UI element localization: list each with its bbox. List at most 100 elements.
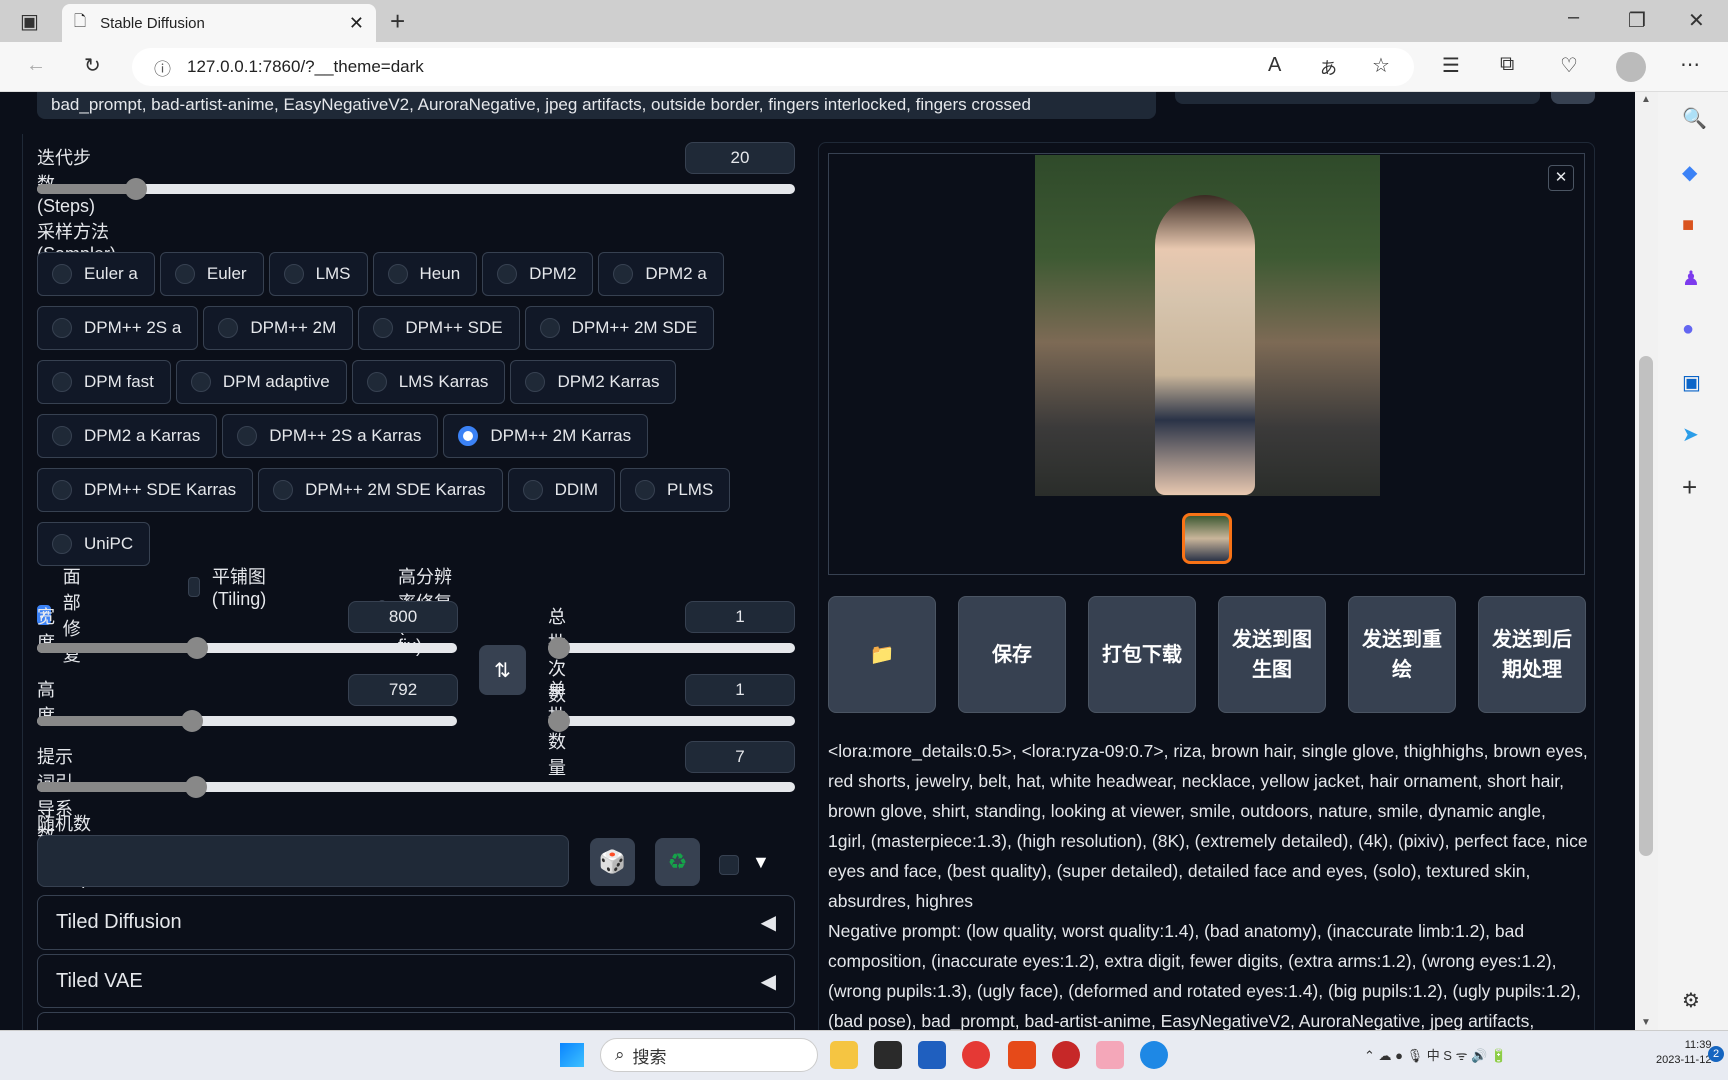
width-slider[interactable]	[37, 637, 457, 659]
settings-gear-icon[interactable]: ⚙	[1682, 988, 1700, 1013]
sampler-option[interactable]: DPM++ 2S a	[37, 306, 199, 350]
scroll-up-icon[interactable]: ▲	[1641, 94, 1651, 105]
edge-icon[interactable]	[1140, 1041, 1168, 1069]
generated-image[interactable]	[1035, 155, 1380, 496]
radio-button[interactable]	[283, 264, 304, 284]
send-to-extras-button[interactable]: 发送到后期处理	[1478, 596, 1586, 713]
file-explorer-icon[interactable]	[830, 1041, 858, 1069]
profile-avatar[interactable]	[1616, 52, 1646, 82]
height-input[interactable]: 792	[348, 674, 458, 706]
batch-size-slider-handle[interactable]	[548, 710, 570, 732]
zip-download-button[interactable]: 打包下载	[1088, 596, 1196, 713]
swap-dimensions-button[interactable]: ⇅	[479, 645, 526, 695]
batch-count-input[interactable]: 1	[685, 601, 795, 633]
radio-button[interactable]	[525, 372, 546, 392]
read-aloud-icon[interactable]: A	[1268, 54, 1281, 77]
radio-button[interactable]	[52, 426, 72, 446]
close-tab-icon[interactable]: ✕	[349, 13, 364, 34]
tools-icon[interactable]: ■	[1682, 214, 1694, 237]
browser-essentials-icon[interactable]: ♡	[1560, 53, 1578, 78]
batch-count-slider-handle[interactable]	[548, 637, 570, 659]
recorder-icon[interactable]	[1052, 1041, 1080, 1069]
sampler-option[interactable]: DPM adaptive	[175, 360, 347, 404]
sampler-option[interactable]: DPM++ SDE Karras	[37, 468, 254, 512]
minimize-icon[interactable]: –	[1568, 6, 1579, 29]
send-to-img2img-button[interactable]: 发送到图生图	[1218, 596, 1326, 713]
cfg-input[interactable]: 7	[685, 741, 795, 773]
sampler-option[interactable]: DPM++ SDE	[358, 306, 520, 350]
taskbar-search[interactable]: ⌕ 搜索	[600, 1038, 818, 1072]
clock[interactable]: 11:39 2023-11-12	[1656, 1038, 1711, 1068]
width-slider-handle[interactable]	[185, 637, 208, 659]
sampler-option[interactable]: DPM++ 2M	[203, 306, 354, 350]
more-menu-icon[interactable]: ⋯	[1680, 52, 1700, 77]
radio-button[interactable]	[190, 372, 211, 392]
scrollbar-thumb[interactable]	[1639, 356, 1653, 856]
extra-seed-toggle-icon[interactable]: ▼	[752, 852, 770, 873]
batch-count-slider[interactable]	[548, 637, 795, 659]
radio-button[interactable]	[52, 264, 72, 284]
store-icon[interactable]	[918, 1041, 946, 1069]
close-preview-icon[interactable]: ✕	[1548, 165, 1574, 191]
radio-button[interactable]	[635, 480, 656, 500]
checkbox-1[interactable]: 平铺图 (Tiling)	[188, 563, 274, 610]
save-button[interactable]: 保存	[958, 596, 1066, 713]
negative-prompt-input[interactable]: bad_prompt, bad-artist-anime, EasyNegati…	[37, 92, 1156, 119]
checkbox-box[interactable]	[188, 576, 200, 597]
radio-button[interactable]	[52, 372, 72, 392]
batch-size-slider[interactable]	[548, 710, 795, 732]
sampler-option[interactable]: DPM++ 2M SDE	[524, 306, 715, 350]
favorites-icon[interactable]: ☰	[1442, 53, 1460, 78]
radio-button[interactable]	[174, 264, 195, 284]
start-windows-icon[interactable]	[560, 1043, 584, 1067]
sampler-option[interactable]: DPM++ 2M Karras	[443, 414, 649, 458]
sampler-option[interactable]: DPM2	[482, 252, 594, 296]
steps-slider[interactable]	[37, 178, 795, 200]
radio-button[interactable]	[52, 534, 72, 554]
sidebar-toggle-icon[interactable]: ▣	[20, 9, 39, 34]
page-scrollbar[interactable]: ▲ ▼	[1635, 92, 1658, 1030]
radio-button[interactable]	[52, 480, 72, 500]
sampler-option[interactable]: LMS	[268, 252, 368, 296]
sampler-option[interactable]: Heun	[372, 252, 478, 296]
sampler-option[interactable]: PLMS	[620, 468, 731, 512]
style-select[interactable]	[1175, 92, 1540, 104]
radio-button[interactable]	[458, 426, 479, 446]
radio-button[interactable]	[497, 264, 518, 284]
width-input[interactable]: 800	[348, 601, 458, 633]
search-icon[interactable]: 🔍	[1682, 106, 1707, 131]
accordion-tiled-vae[interactable]: Tiled VAE ◀	[37, 954, 795, 1008]
back-icon[interactable]: ←	[26, 54, 46, 77]
radio-button[interactable]	[539, 318, 560, 338]
batch-size-input[interactable]: 1	[685, 674, 795, 706]
steps-input[interactable]: 20	[685, 142, 795, 174]
style-button[interactable]	[1551, 92, 1595, 104]
seed-input[interactable]	[37, 835, 569, 887]
anime-app-icon[interactable]	[1096, 1041, 1124, 1069]
maximize-icon[interactable]: ❐	[1628, 8, 1646, 33]
radio-button[interactable]	[218, 318, 239, 338]
sampler-option[interactable]: DPM2 Karras	[510, 360, 677, 404]
copilot-icon[interactable]: ●	[1682, 318, 1694, 341]
sampler-option[interactable]: UniPC	[37, 522, 151, 566]
radio-button[interactable]	[366, 372, 387, 392]
radio-button[interactable]	[273, 480, 294, 500]
sampler-option[interactable]: DPM++ 2M SDE Karras	[258, 468, 503, 512]
radio-button[interactable]	[373, 318, 394, 338]
reuse-seed-button[interactable]: ♻	[655, 838, 700, 886]
gallery-thumbnail[interactable]	[1182, 513, 1232, 564]
radio-button[interactable]	[237, 426, 258, 446]
extra-seed-checkbox[interactable]	[719, 855, 739, 875]
refresh-icon[interactable]: ↻	[84, 53, 101, 78]
radio-button[interactable]	[613, 264, 634, 284]
steps-slider-handle[interactable]	[124, 178, 147, 200]
outlook-icon[interactable]: ▣	[1682, 370, 1701, 395]
chrome-icon[interactable]	[962, 1041, 990, 1069]
translate-icon[interactable]: あ	[1320, 54, 1337, 79]
sampler-option[interactable]: DPM fast	[37, 360, 171, 404]
sampler-option[interactable]: DPM2 a Karras	[37, 414, 218, 458]
sampler-option[interactable]: Euler	[159, 252, 264, 296]
info-icon[interactable]: ⓘ	[154, 55, 171, 80]
sampler-option[interactable]: DPM++ 2S a Karras	[222, 414, 439, 458]
sampler-option[interactable]: DPM2 a	[598, 252, 724, 296]
